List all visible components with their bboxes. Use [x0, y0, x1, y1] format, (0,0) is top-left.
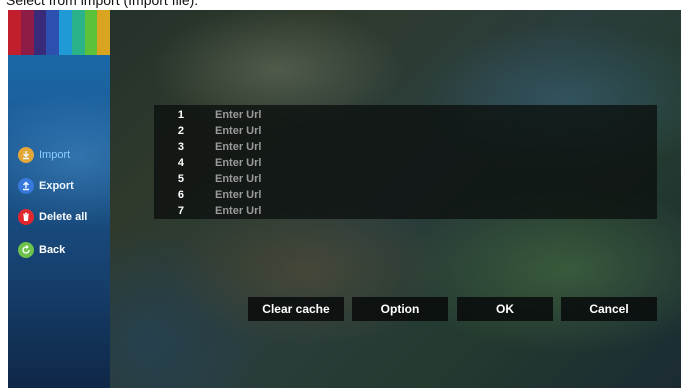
url-row-number: 2	[177, 125, 184, 137]
url-row-number: 1	[177, 109, 184, 121]
url-input[interactable]	[215, 171, 635, 187]
caption-text: Select from import (Import file).	[6, 0, 199, 8]
url-row-number: 4	[177, 157, 184, 169]
url-row: 3	[154, 139, 657, 155]
sidebar-item-back[interactable]: Back	[18, 240, 65, 260]
sidebar-item-label: Export	[39, 180, 74, 192]
sidebar-item-label: Back	[39, 244, 66, 256]
stripe	[20, 10, 34, 55]
instruction-caption: Select from import (Import file).	[0, 0, 681, 10]
url-list-panel: 1 2 3 4 5 6 7	[154, 105, 657, 219]
stripe	[8, 10, 21, 55]
url-settings-screen: Import Export Delete all Back 1 Enter Ur…	[8, 10, 681, 388]
stripe	[59, 10, 72, 55]
url-row-number: 6	[177, 189, 184, 201]
url-input[interactable]	[215, 139, 635, 155]
url-input[interactable]	[215, 155, 635, 171]
url-row-number: 7	[177, 205, 184, 217]
url-row: 6	[154, 187, 657, 203]
cancel-button[interactable]: Cancel	[561, 297, 657, 321]
stripe	[84, 10, 98, 55]
color-stripes-banner	[8, 10, 110, 55]
trash-icon	[18, 209, 34, 225]
sidebar-item-label: Import	[39, 149, 71, 161]
sidebar-item-delete-all[interactable]: Delete all	[18, 207, 87, 227]
stripe	[46, 10, 59, 55]
url-row: 7	[154, 203, 657, 219]
export-icon	[18, 178, 34, 194]
url-input[interactable]	[215, 187, 635, 203]
option-button[interactable]: Option	[352, 297, 448, 321]
sidebar: Import Export Delete all Back	[8, 10, 110, 388]
clear-cache-button[interactable]: Clear cache	[248, 297, 344, 321]
url-input[interactable]	[215, 203, 635, 219]
url-row: 1	[154, 107, 657, 123]
url-input[interactable]	[215, 123, 635, 139]
sidebar-item-label: Delete all	[39, 211, 88, 223]
url-row: 4	[154, 155, 657, 171]
url-input[interactable]	[215, 107, 635, 123]
url-row: 5	[154, 171, 657, 187]
back-icon	[18, 242, 34, 258]
ok-button[interactable]: OK	[457, 297, 553, 321]
stripe	[71, 10, 85, 55]
import-icon	[18, 147, 34, 163]
sidebar-item-export[interactable]: Export	[18, 176, 74, 196]
url-row-number: 5	[177, 173, 184, 185]
url-row: 2	[154, 123, 657, 139]
url-row-number: 3	[177, 141, 184, 153]
sidebar-item-import[interactable]: Import	[18, 145, 70, 165]
stripe	[33, 10, 47, 55]
stripe	[97, 10, 110, 55]
